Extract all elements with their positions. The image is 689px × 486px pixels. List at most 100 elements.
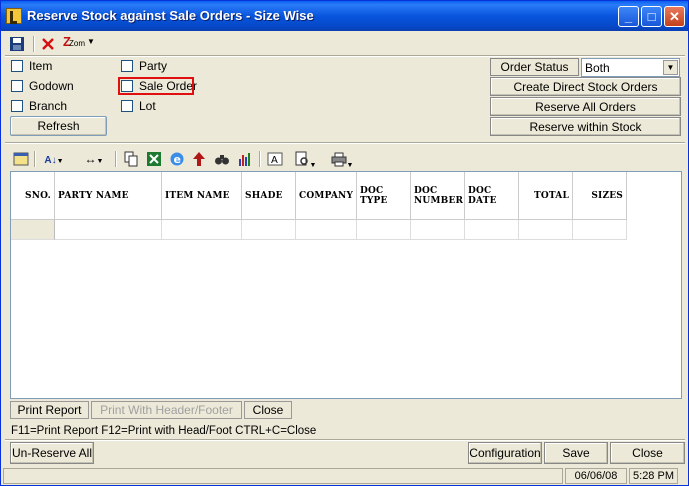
un-reserve-all-button[interactable]: Un-Reserve All — [10, 442, 94, 464]
divider — [5, 439, 685, 441]
print-with-header-footer-button[interactable]: Print With Header/Footer — [91, 401, 242, 419]
shortcut-hint-text: F11=Print Report F12=Print with Head/Foo… — [11, 425, 317, 437]
up-arrow-icon[interactable] — [191, 151, 207, 167]
column-header-sizes[interactable]: SIZES — [573, 172, 627, 220]
title-bar[interactable]: Reserve Stock against Sale Orders - Size… — [1, 1, 688, 31]
chevron-down-icon: ▼ — [56, 158, 64, 165]
column-header-doc-date[interactable]: DOC DATE — [465, 172, 519, 220]
column-header-doc-type[interactable]: DOC TYPE — [357, 172, 411, 220]
chevron-down-icon: ▼ — [309, 162, 317, 169]
column-header-shade[interactable]: SHADE — [242, 172, 296, 220]
table-cell[interactable] — [55, 220, 162, 240]
column-width-dropdown[interactable]: ↔▼ — [79, 151, 109, 167]
checkbox-box[interactable] — [121, 100, 133, 112]
red-x-icon — [42, 38, 54, 50]
order-status-value: Both — [585, 61, 610, 75]
table-cell[interactable] — [357, 220, 411, 240]
sort-dropdown[interactable]: A↓▼ — [41, 151, 67, 167]
order-status-label: Order Status — [490, 58, 579, 76]
print-preview-icon — [295, 151, 308, 166]
status-time: 5:28 PM — [629, 468, 678, 484]
internet-explorer-icon[interactable]: e — [169, 151, 185, 167]
sort-az-icon: A↓ — [44, 155, 57, 166]
checkbox-box[interactable] — [11, 60, 23, 72]
status-bar: 06/06/08 5:28 PM — [1, 467, 688, 485]
svg-text:A: A — [271, 155, 278, 166]
svg-text:e: e — [174, 153, 181, 166]
table-cell[interactable] — [573, 220, 627, 240]
status-message-panel — [3, 468, 563, 484]
order-status-select[interactable]: Both ▼ — [581, 58, 680, 77]
lot-checkbox[interactable]: Lot — [121, 98, 171, 114]
minimize-button[interactable]: _ — [618, 6, 639, 27]
find-binoculars-icon[interactable] — [214, 151, 230, 167]
print-preview-dropdown[interactable]: ▼ — [290, 151, 320, 169]
cancel-toolbar-button[interactable] — [41, 34, 57, 54]
report-toolbar: A↓▼ ↔▼ e A ▼ ▼ — [11, 149, 681, 169]
table-row[interactable] — [11, 220, 627, 240]
table-cell[interactable] — [242, 220, 296, 240]
toolbar-separator — [33, 36, 35, 52]
reserve-all-orders-button[interactable]: Reserve All Orders — [490, 97, 681, 116]
chevron-down-icon: ▼ — [87, 37, 95, 46]
item-checkbox[interactable]: Item — [11, 58, 71, 74]
column-header-item-name[interactable]: ITEM NAME — [162, 172, 242, 220]
configuration-button[interactable]: Configuration — [468, 442, 542, 464]
zoom-dropdown[interactable]: Z Zom ▼ — [63, 34, 97, 54]
save-button[interactable]: Save — [544, 442, 608, 464]
zoom-label: Zom — [69, 39, 85, 48]
report-close-button[interactable]: Close — [244, 401, 292, 419]
layout-icon[interactable] — [13, 151, 29, 167]
chevron-down-icon: ▼ — [346, 162, 354, 169]
chevron-down-icon: ▼ — [96, 158, 104, 165]
grid-header: SNO. PARTY NAME ITEM NAME SHADE COMPANY … — [11, 172, 627, 220]
table-cell[interactable] — [162, 220, 242, 240]
item-label: Item — [29, 59, 53, 73]
table-cell[interactable] — [519, 220, 573, 240]
text-format-icon[interactable]: A — [267, 151, 283, 167]
resize-horizontal-icon: ↔ — [84, 152, 97, 166]
print-dropdown[interactable]: ▼ — [327, 151, 357, 169]
checkbox-box[interactable] — [11, 100, 23, 112]
table-cell[interactable] — [411, 220, 465, 240]
window-title: Reserve Stock against Sale Orders - Size… — [27, 8, 314, 23]
checkbox-box[interactable] — [11, 80, 23, 92]
row-header-cell[interactable] — [11, 220, 55, 240]
close-window-button[interactable]: ✕ — [664, 6, 685, 27]
column-header-party-name[interactable]: PARTY NAME — [55, 172, 162, 220]
chart-icon[interactable] — [237, 151, 253, 167]
reserve-within-stock-button[interactable]: Reserve within Stock — [490, 117, 681, 136]
printer-icon — [331, 152, 347, 167]
party-label: Party — [139, 59, 168, 73]
godown-checkbox[interactable]: Godown — [11, 78, 81, 94]
toolbar-separator — [115, 151, 117, 167]
results-grid[interactable]: SNO. PARTY NAME ITEM NAME SHADE COMPANY … — [10, 171, 682, 399]
divider — [5, 142, 685, 144]
copy-icon[interactable] — [123, 151, 139, 167]
column-header-company[interactable]: COMPANY — [296, 172, 357, 220]
save-toolbar-button[interactable] — [9, 34, 27, 54]
branch-label: Branch — [29, 99, 68, 113]
toolbar-separator — [259, 151, 261, 167]
godown-label: Godown — [29, 79, 74, 93]
excel-icon[interactable] — [146, 151, 162, 167]
print-report-button[interactable]: Print Report — [10, 401, 89, 419]
column-header-sno[interactable]: SNO. — [11, 172, 55, 220]
sale-order-highlight-box — [118, 77, 194, 95]
checkbox-box[interactable] — [121, 60, 133, 72]
divider — [5, 55, 685, 57]
table-cell[interactable] — [465, 220, 519, 240]
create-direct-stock-orders-button[interactable]: Create Direct Stock Orders — [490, 77, 681, 96]
refresh-button[interactable]: Refresh — [10, 116, 107, 136]
chevron-down-icon[interactable]: ▼ — [663, 60, 678, 75]
branch-checkbox[interactable]: Branch — [11, 98, 81, 114]
top-toolbar: Z Zom ▼ — [5, 34, 685, 54]
main-window: Reserve Stock against Sale Orders - Size… — [0, 0, 689, 486]
column-header-doc-number[interactable]: DOC NUMBER — [411, 172, 465, 220]
close-button[interactable]: Close — [610, 442, 685, 464]
table-cell[interactable] — [296, 220, 357, 240]
maximize-button[interactable]: □ — [641, 6, 662, 27]
party-checkbox[interactable]: Party — [121, 58, 181, 74]
column-header-total[interactable]: TOTAL — [519, 172, 573, 220]
lot-label: Lot — [139, 99, 156, 113]
